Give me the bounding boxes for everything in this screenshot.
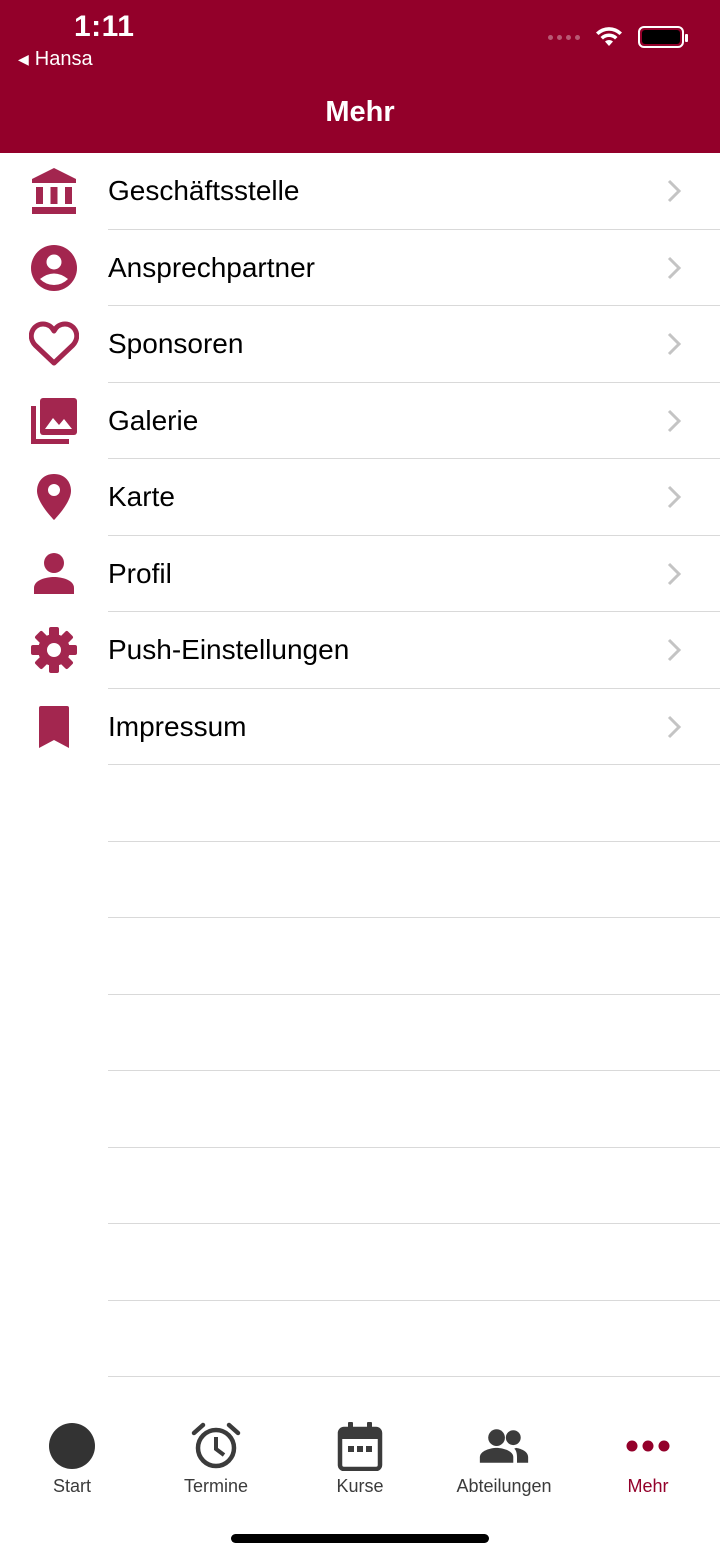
tab-start[interactable]: Start xyxy=(0,1400,144,1510)
chevron-right-icon xyxy=(667,562,682,585)
header: 1:11 ◀ Hansa Mehr xyxy=(0,0,720,153)
menu-item-geschaeftsstelle[interactable]: Geschäftsstelle xyxy=(0,153,720,230)
bank-icon xyxy=(28,165,80,217)
menu-item-ansprechpartner[interactable]: Ansprechpartner xyxy=(0,230,720,306)
empty-row xyxy=(0,918,720,995)
wifi-icon xyxy=(596,27,622,46)
menu-item-label: Galerie xyxy=(108,404,199,436)
chevron-right-icon xyxy=(667,409,682,432)
bookmark-icon xyxy=(28,701,80,753)
tab-label: Abteilungen xyxy=(456,1476,552,1496)
status-time: 1:11 xyxy=(74,10,135,43)
empty-row xyxy=(0,995,720,1071)
menu-item-label: Sponsoren xyxy=(108,328,244,360)
more-dots-icon xyxy=(622,1420,674,1472)
empty-row xyxy=(0,1224,720,1301)
tab-mehr[interactable]: Mehr xyxy=(576,1400,720,1510)
circle-icon xyxy=(46,1420,98,1472)
empty-row xyxy=(0,765,720,842)
back-app-label: Hansa xyxy=(34,48,93,70)
menu-item-profil[interactable]: Profil xyxy=(0,536,720,612)
tab-termine[interactable]: Termine xyxy=(144,1400,288,1510)
photo-library-icon xyxy=(28,395,80,447)
cellular-signal-icon xyxy=(548,34,580,40)
chevron-right-icon xyxy=(667,715,682,738)
menu-item-label: Geschäftsstelle xyxy=(108,175,300,207)
empty-row xyxy=(0,1301,720,1377)
chevron-right-icon xyxy=(667,333,682,356)
menu-item-label: Impressum xyxy=(108,710,247,742)
tab-abteilungen[interactable]: Abteilungen xyxy=(432,1400,576,1510)
battery-icon xyxy=(638,26,688,48)
empty-row xyxy=(0,842,720,918)
menu-item-sponsoren[interactable]: Sponsoren xyxy=(0,306,720,383)
tab-label: Mehr xyxy=(627,1476,669,1496)
empty-row xyxy=(0,1071,720,1148)
chevron-right-icon xyxy=(667,256,682,279)
menu-item-galerie[interactable]: Galerie xyxy=(0,383,720,459)
menu-item-label: Push-Einstellungen xyxy=(108,634,350,666)
tab-label: Start xyxy=(52,1476,91,1496)
menu-item-karte[interactable]: Karte xyxy=(0,459,720,536)
chevron-right-icon xyxy=(667,180,682,203)
tab-label: Kurse xyxy=(336,1476,384,1496)
alarm-clock-icon xyxy=(190,1420,242,1472)
status-indicators xyxy=(548,26,688,48)
menu-item-label: Karte xyxy=(108,481,175,513)
gear-icon xyxy=(28,624,80,676)
empty-row xyxy=(0,1148,720,1224)
calendar-icon xyxy=(334,1420,386,1472)
menu-item-impressum[interactable]: Impressum xyxy=(0,689,720,765)
chevron-right-icon xyxy=(667,639,682,662)
page-title: Mehr xyxy=(325,96,395,128)
tab-bar: Start Termine Kurse Abteilungen Mehr xyxy=(0,1400,720,1510)
menu-item-push-einstellungen[interactable]: Push-Einstellungen xyxy=(0,612,720,689)
menu-list: Geschäftsstelle Ansprechpartner Sponsore… xyxy=(0,153,720,1377)
tab-kurse[interactable]: Kurse xyxy=(288,1400,432,1510)
tab-label: Termine xyxy=(183,1476,249,1496)
account-circle-icon xyxy=(28,242,80,294)
back-to-app-button[interactable]: ◀ Hansa xyxy=(18,48,93,71)
back-triangle-icon: ◀ xyxy=(18,51,29,67)
heart-outline-icon xyxy=(28,318,80,370)
map-pin-icon xyxy=(28,471,80,523)
menu-item-label: Ansprechpartner xyxy=(108,251,316,283)
person-icon xyxy=(28,548,80,600)
home-indicator[interactable] xyxy=(231,1534,489,1543)
chevron-right-icon xyxy=(667,486,682,509)
group-icon xyxy=(478,1420,530,1472)
menu-item-label: Profil xyxy=(108,557,172,589)
